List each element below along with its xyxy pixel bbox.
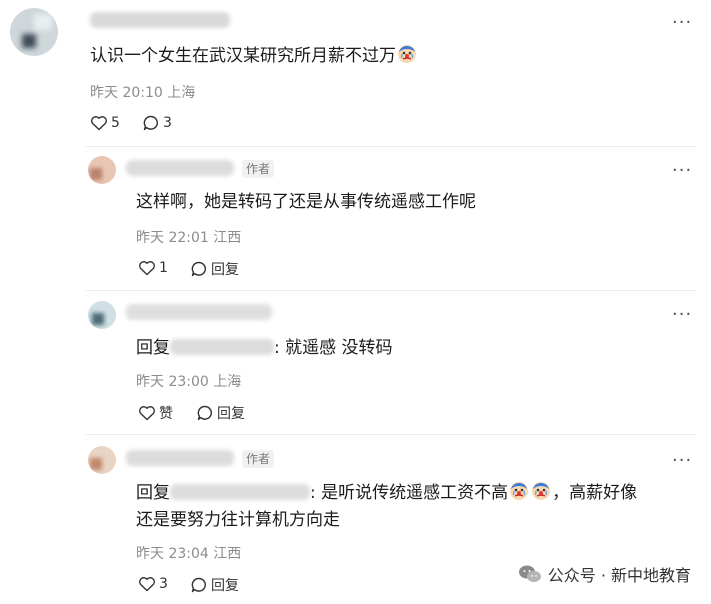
- username-blurred[interactable]: [126, 304, 272, 320]
- reply-button[interactable]: 回复: [196, 403, 245, 423]
- comment-icon: [196, 404, 214, 422]
- heart-icon: [90, 114, 108, 132]
- reply-count: 3: [163, 115, 172, 131]
- more-options-icon[interactable]: ···: [672, 14, 692, 32]
- timestamp: 昨天 20:10: [90, 85, 163, 101]
- reply-button[interactable]: 回复: [190, 259, 239, 279]
- comment-icon: [190, 260, 208, 278]
- clown-crying-icon: [397, 44, 417, 64]
- comment-text-line-1: 回复 : 是听说传统遥感工资不高 ，高薪好像: [136, 481, 637, 505]
- more-options-icon[interactable]: ···: [672, 306, 692, 324]
- avatar[interactable]: [88, 446, 116, 474]
- comment-meta: 昨天 23:04 江西: [136, 543, 241, 563]
- like-count: 3: [159, 576, 168, 592]
- clown-crying-icon: [531, 481, 551, 501]
- comment-text: 认识一个女生在武汉某研究所月薪不过万: [90, 44, 418, 68]
- heart-icon: [138, 404, 156, 422]
- avatar[interactable]: [88, 301, 116, 329]
- comment-text: 这样啊，她是转码了还是从事传统遥感工作呢: [136, 192, 476, 212]
- mentioned-user-blurred[interactable]: [170, 339, 274, 355]
- comment-text-content: ，高薪好像: [552, 483, 638, 503]
- divider: [86, 290, 697, 291]
- like-button[interactable]: 5: [90, 114, 120, 132]
- reply-label: 回复: [211, 262, 239, 278]
- reply-prefix: 回复: [136, 338, 170, 358]
- watermark: 公众号 · 新中地教育: [518, 562, 691, 586]
- like-count: 1: [159, 260, 168, 276]
- mentioned-user-blurred[interactable]: [170, 484, 310, 500]
- comment-text-content: : 就遥感 没转码: [274, 338, 393, 358]
- timestamp: 昨天 23:04: [136, 546, 209, 562]
- like-button[interactable]: 赞: [138, 403, 173, 423]
- comment-meta: 昨天 20:10 上海: [90, 82, 195, 102]
- more-options-icon[interactable]: ···: [672, 452, 692, 470]
- like-label: 赞: [159, 406, 173, 422]
- comment-meta: 昨天 22:01 江西: [136, 227, 241, 247]
- comment-meta: 昨天 23:00 上海: [136, 371, 241, 391]
- reply-label: 回复: [211, 578, 239, 594]
- comment-text: 回复 : 就遥感 没转码: [136, 336, 393, 360]
- divider: [86, 146, 697, 147]
- clown-crying-icon: [509, 481, 529, 501]
- avatar[interactable]: [88, 156, 116, 184]
- comment-icon: [142, 114, 160, 132]
- more-options-icon[interactable]: ···: [672, 162, 692, 180]
- comment-text-content: : 是听说传统遥感工资不高: [310, 483, 509, 503]
- wechat-icon: [518, 565, 541, 582]
- heart-icon: [138, 259, 156, 277]
- location: 江西: [213, 230, 242, 246]
- watermark-text: 公众号 · 新中地教育: [547, 566, 691, 585]
- username-blurred[interactable]: [126, 450, 234, 466]
- reply-prefix: 回复: [136, 483, 170, 503]
- timestamp: 昨天 23:00: [136, 374, 209, 390]
- heart-icon: [138, 575, 156, 593]
- username-blurred[interactable]: [90, 12, 230, 28]
- timestamp: 昨天 22:01: [136, 230, 209, 246]
- reply-button[interactable]: 回复: [190, 575, 239, 595]
- divider: [86, 434, 697, 435]
- location: 上海: [167, 85, 196, 101]
- reply-button[interactable]: 3: [142, 114, 172, 132]
- username-blurred[interactable]: [126, 160, 234, 176]
- author-badge: 作者: [242, 160, 275, 178]
- avatar[interactable]: [10, 8, 58, 56]
- comment-text-content: 认识一个女生在武汉某研究所月薪不过万: [90, 46, 396, 66]
- like-button[interactable]: 1: [138, 259, 168, 277]
- location: 江西: [213, 546, 242, 562]
- location: 上海: [213, 374, 242, 390]
- reply-label: 回复: [217, 406, 245, 422]
- comment-text-line-2: 还是要努力往计算机方向走: [136, 510, 340, 530]
- comment-icon: [190, 576, 208, 594]
- like-button[interactable]: 3: [138, 575, 168, 593]
- like-count: 5: [111, 115, 120, 131]
- author-badge: 作者: [242, 450, 275, 468]
